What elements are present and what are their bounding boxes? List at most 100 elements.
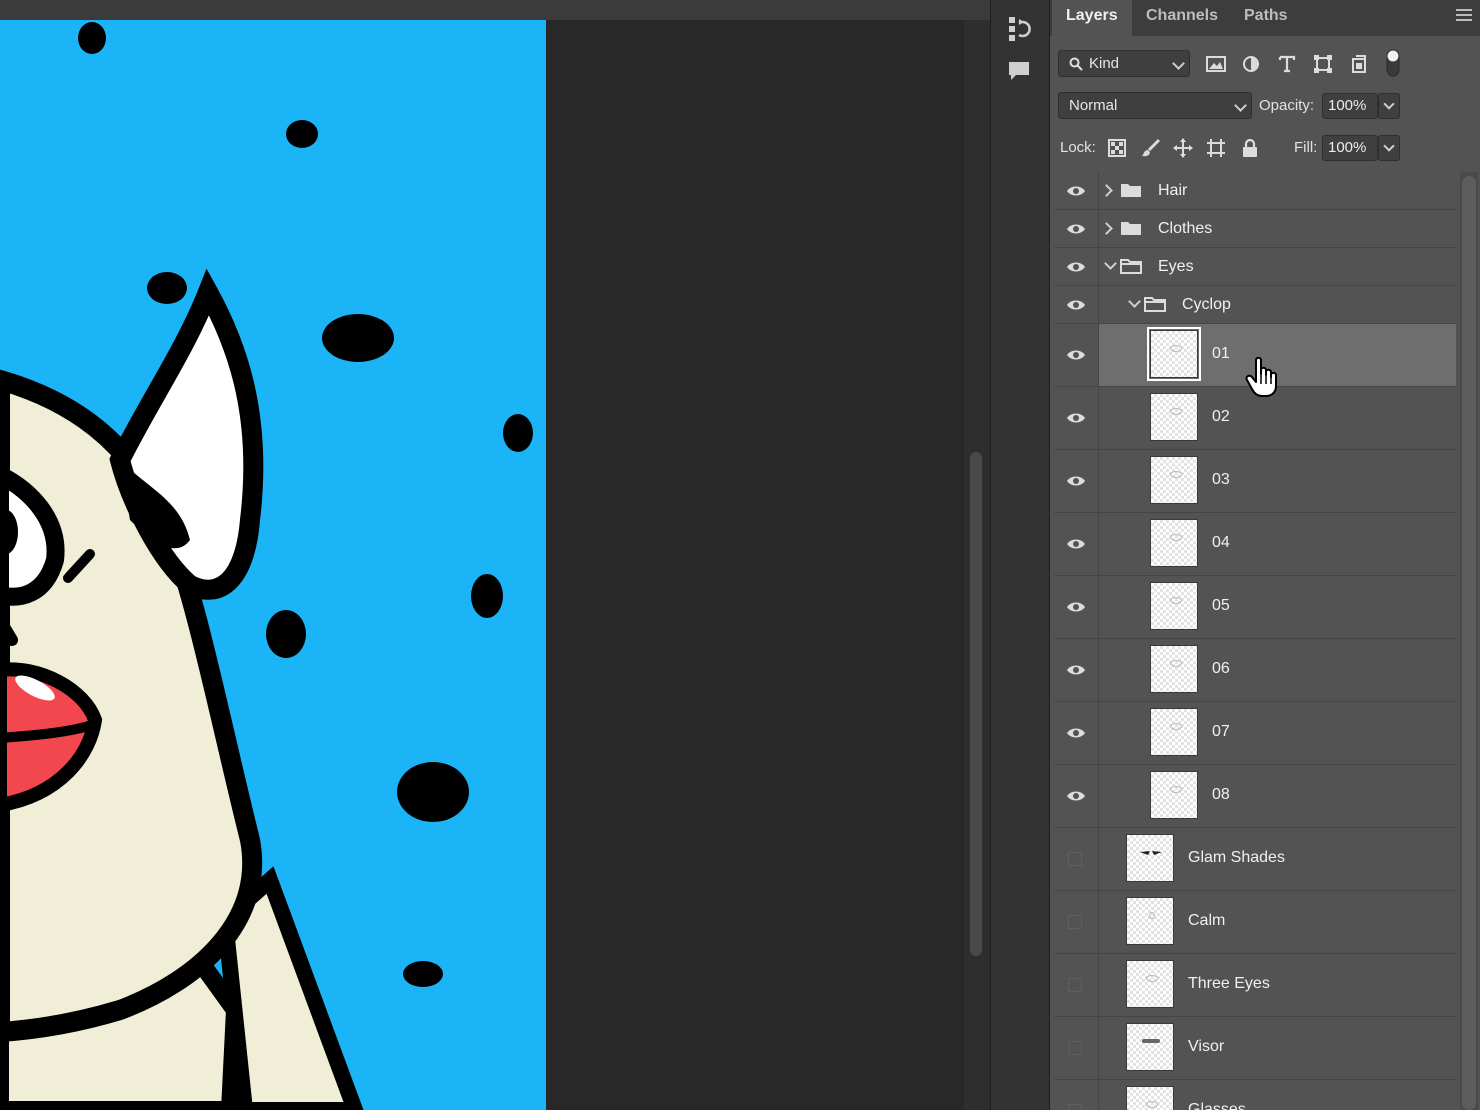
filter-adjustment-icon[interactable] <box>1238 51 1264 77</box>
group-expanded-chevron-icon[interactable] <box>1104 257 1117 270</box>
layer-name: 05 <box>1212 597 1230 614</box>
layer-row-visor[interactable]: Visor <box>1054 1017 1456 1080</box>
lock-artboard-icon[interactable] <box>1203 135 1229 161</box>
layer-thumbnail <box>1126 960 1174 1008</box>
layer-thumbnail <box>1150 582 1198 630</box>
tab-channels[interactable]: Channels <box>1132 0 1232 36</box>
layer-name: 07 <box>1212 723 1230 740</box>
canvas-area[interactable] <box>0 20 964 1110</box>
layer-thumbnail <box>1126 834 1174 882</box>
layer-row-glasses[interactable]: Glasses <box>1054 1080 1456 1110</box>
visibility-eye-icon[interactable] <box>1066 600 1086 614</box>
layer-name: Cyclop <box>1182 296 1231 313</box>
layer-row-three-eyes[interactable]: Three Eyes <box>1054 954 1456 1017</box>
layer-name: 06 <box>1212 660 1230 677</box>
panel-tab-bar: Layers Channels Paths <box>1050 0 1480 36</box>
lock-row: Lock: Fill: 100% <box>1050 124 1480 166</box>
layers-panel: Layers Channels Paths Kind Normal Opacit… <box>1050 0 1480 1110</box>
layer-row-glam-shades[interactable]: Glam Shades <box>1054 828 1456 891</box>
visibility-eye-icon[interactable] <box>1066 348 1086 362</box>
folder-open-icon <box>1144 297 1166 312</box>
layer-name: Glam Shades <box>1188 849 1285 866</box>
blend-row: Normal Opacity: 100% <box>1050 82 1480 124</box>
visibility-eye-icon[interactable] <box>1066 474 1086 488</box>
visibility-toggle-off[interactable] <box>1068 852 1082 866</box>
filter-shape-icon[interactable] <box>1310 51 1336 77</box>
visibility-eye-icon[interactable] <box>1066 663 1086 677</box>
lock-image-pixels-brush-icon[interactable] <box>1138 135 1164 161</box>
lock-all-icon[interactable] <box>1237 135 1263 161</box>
layer-row-hair[interactable]: Hair <box>1054 172 1456 210</box>
filter-pixel-icon[interactable] <box>1203 51 1229 77</box>
layer-name: Visor <box>1188 1038 1225 1055</box>
blend-mode-dropdown[interactable]: Normal <box>1058 92 1252 119</box>
document-tab-bar <box>0 0 990 20</box>
layer-thumbnail <box>1147 327 1201 381</box>
folder-icon <box>1121 222 1141 235</box>
layer-thumbnail <box>1150 708 1198 756</box>
filter-kind-label: Kind <box>1089 55 1120 72</box>
filter-smart-object-icon[interactable] <box>1346 51 1372 77</box>
comments-icon[interactable] <box>1003 56 1035 86</box>
filter-type-icon[interactable] <box>1274 51 1300 77</box>
visibility-eye-icon[interactable] <box>1066 298 1086 312</box>
layer-name: 08 <box>1212 786 1230 803</box>
visibility-toggle-off[interactable] <box>1068 978 1082 992</box>
layer-name: Eyes <box>1158 258 1194 275</box>
lock-label: Lock: <box>1060 139 1096 156</box>
search-icon <box>1069 57 1083 71</box>
layer-name: Glasses <box>1188 1101 1246 1110</box>
layer-thumbnail <box>1126 1023 1174 1071</box>
tab-layers[interactable]: Layers <box>1052 0 1132 36</box>
filter-kind-dropdown[interactable]: Kind <box>1058 50 1190 77</box>
group-collapsed-chevron-icon[interactable] <box>1100 184 1113 197</box>
canvas-scroll-thumb[interactable] <box>970 452 982 956</box>
visibility-eye-icon[interactable] <box>1066 260 1086 274</box>
visibility-eye-icon[interactable] <box>1066 411 1086 425</box>
opacity-label: Opacity: <box>1259 97 1315 114</box>
hand-pointer-cursor-icon <box>1245 356 1277 397</box>
layer-thumbnail <box>1150 519 1198 567</box>
folder-open-icon <box>1120 259 1142 274</box>
layer-row-clothes[interactable]: Clothes <box>1054 210 1456 248</box>
layer-row-cyclop[interactable]: Cyclop <box>1054 286 1456 324</box>
layer-row-06[interactable]: 06 <box>1054 639 1456 702</box>
layers-list: Hair Clothes Eyes Cyclop 01 02 03 04 05 … <box>1050 172 1458 1110</box>
visibility-eye-icon[interactable] <box>1066 222 1086 236</box>
visibility-eye-icon[interactable] <box>1066 537 1086 551</box>
panel-menu-icon[interactable] <box>1456 9 1472 23</box>
fill-field[interactable]: 100% <box>1322 135 1378 161</box>
visibility-eye-icon[interactable] <box>1066 184 1086 198</box>
history-icon[interactable] <box>1003 14 1035 44</box>
group-expanded-chevron-icon[interactable] <box>1128 295 1141 308</box>
layer-name: 03 <box>1212 471 1230 488</box>
blend-mode-value: Normal <box>1069 97 1118 114</box>
layer-row-calm[interactable]: Calm <box>1054 891 1456 954</box>
layer-row-05[interactable]: 05 <box>1054 576 1456 639</box>
lock-transparent-pixels-icon[interactable] <box>1104 135 1130 161</box>
layer-row-eyes[interactable]: Eyes <box>1054 248 1456 286</box>
folder-icon <box>1121 184 1141 197</box>
visibility-eye-icon[interactable] <box>1066 789 1086 803</box>
layer-row-03[interactable]: 03 <box>1054 450 1456 513</box>
layer-thumbnail <box>1150 771 1198 819</box>
layer-row-04[interactable]: 04 <box>1054 513 1456 576</box>
visibility-toggle-off[interactable] <box>1068 1041 1082 1055</box>
tab-paths[interactable]: Paths <box>1230 0 1300 36</box>
layer-name: Hair <box>1158 182 1188 199</box>
visibility-toggle-off[interactable] <box>1068 915 1082 929</box>
filter-toggle-switch[interactable] <box>1380 49 1406 77</box>
fill-chevron-icon[interactable] <box>1378 135 1400 161</box>
group-collapsed-chevron-icon[interactable] <box>1100 222 1113 235</box>
opacity-chevron-icon[interactable] <box>1378 93 1400 119</box>
layer-row-07[interactable]: 07 <box>1054 702 1456 765</box>
lock-position-move-icon[interactable] <box>1170 135 1196 161</box>
visibility-toggle-off[interactable] <box>1068 1104 1082 1110</box>
artwork-canvas[interactable] <box>0 20 546 1110</box>
layer-row-08[interactable]: 08 <box>1054 765 1456 828</box>
layers-scroll-thumb[interactable] <box>1462 176 1476 1110</box>
photoshop-window: Layers Channels Paths Kind Normal Opacit… <box>0 0 1480 1110</box>
opacity-field[interactable]: 100% <box>1322 93 1378 119</box>
layer-thumbnail <box>1150 393 1198 441</box>
visibility-eye-icon[interactable] <box>1066 726 1086 740</box>
